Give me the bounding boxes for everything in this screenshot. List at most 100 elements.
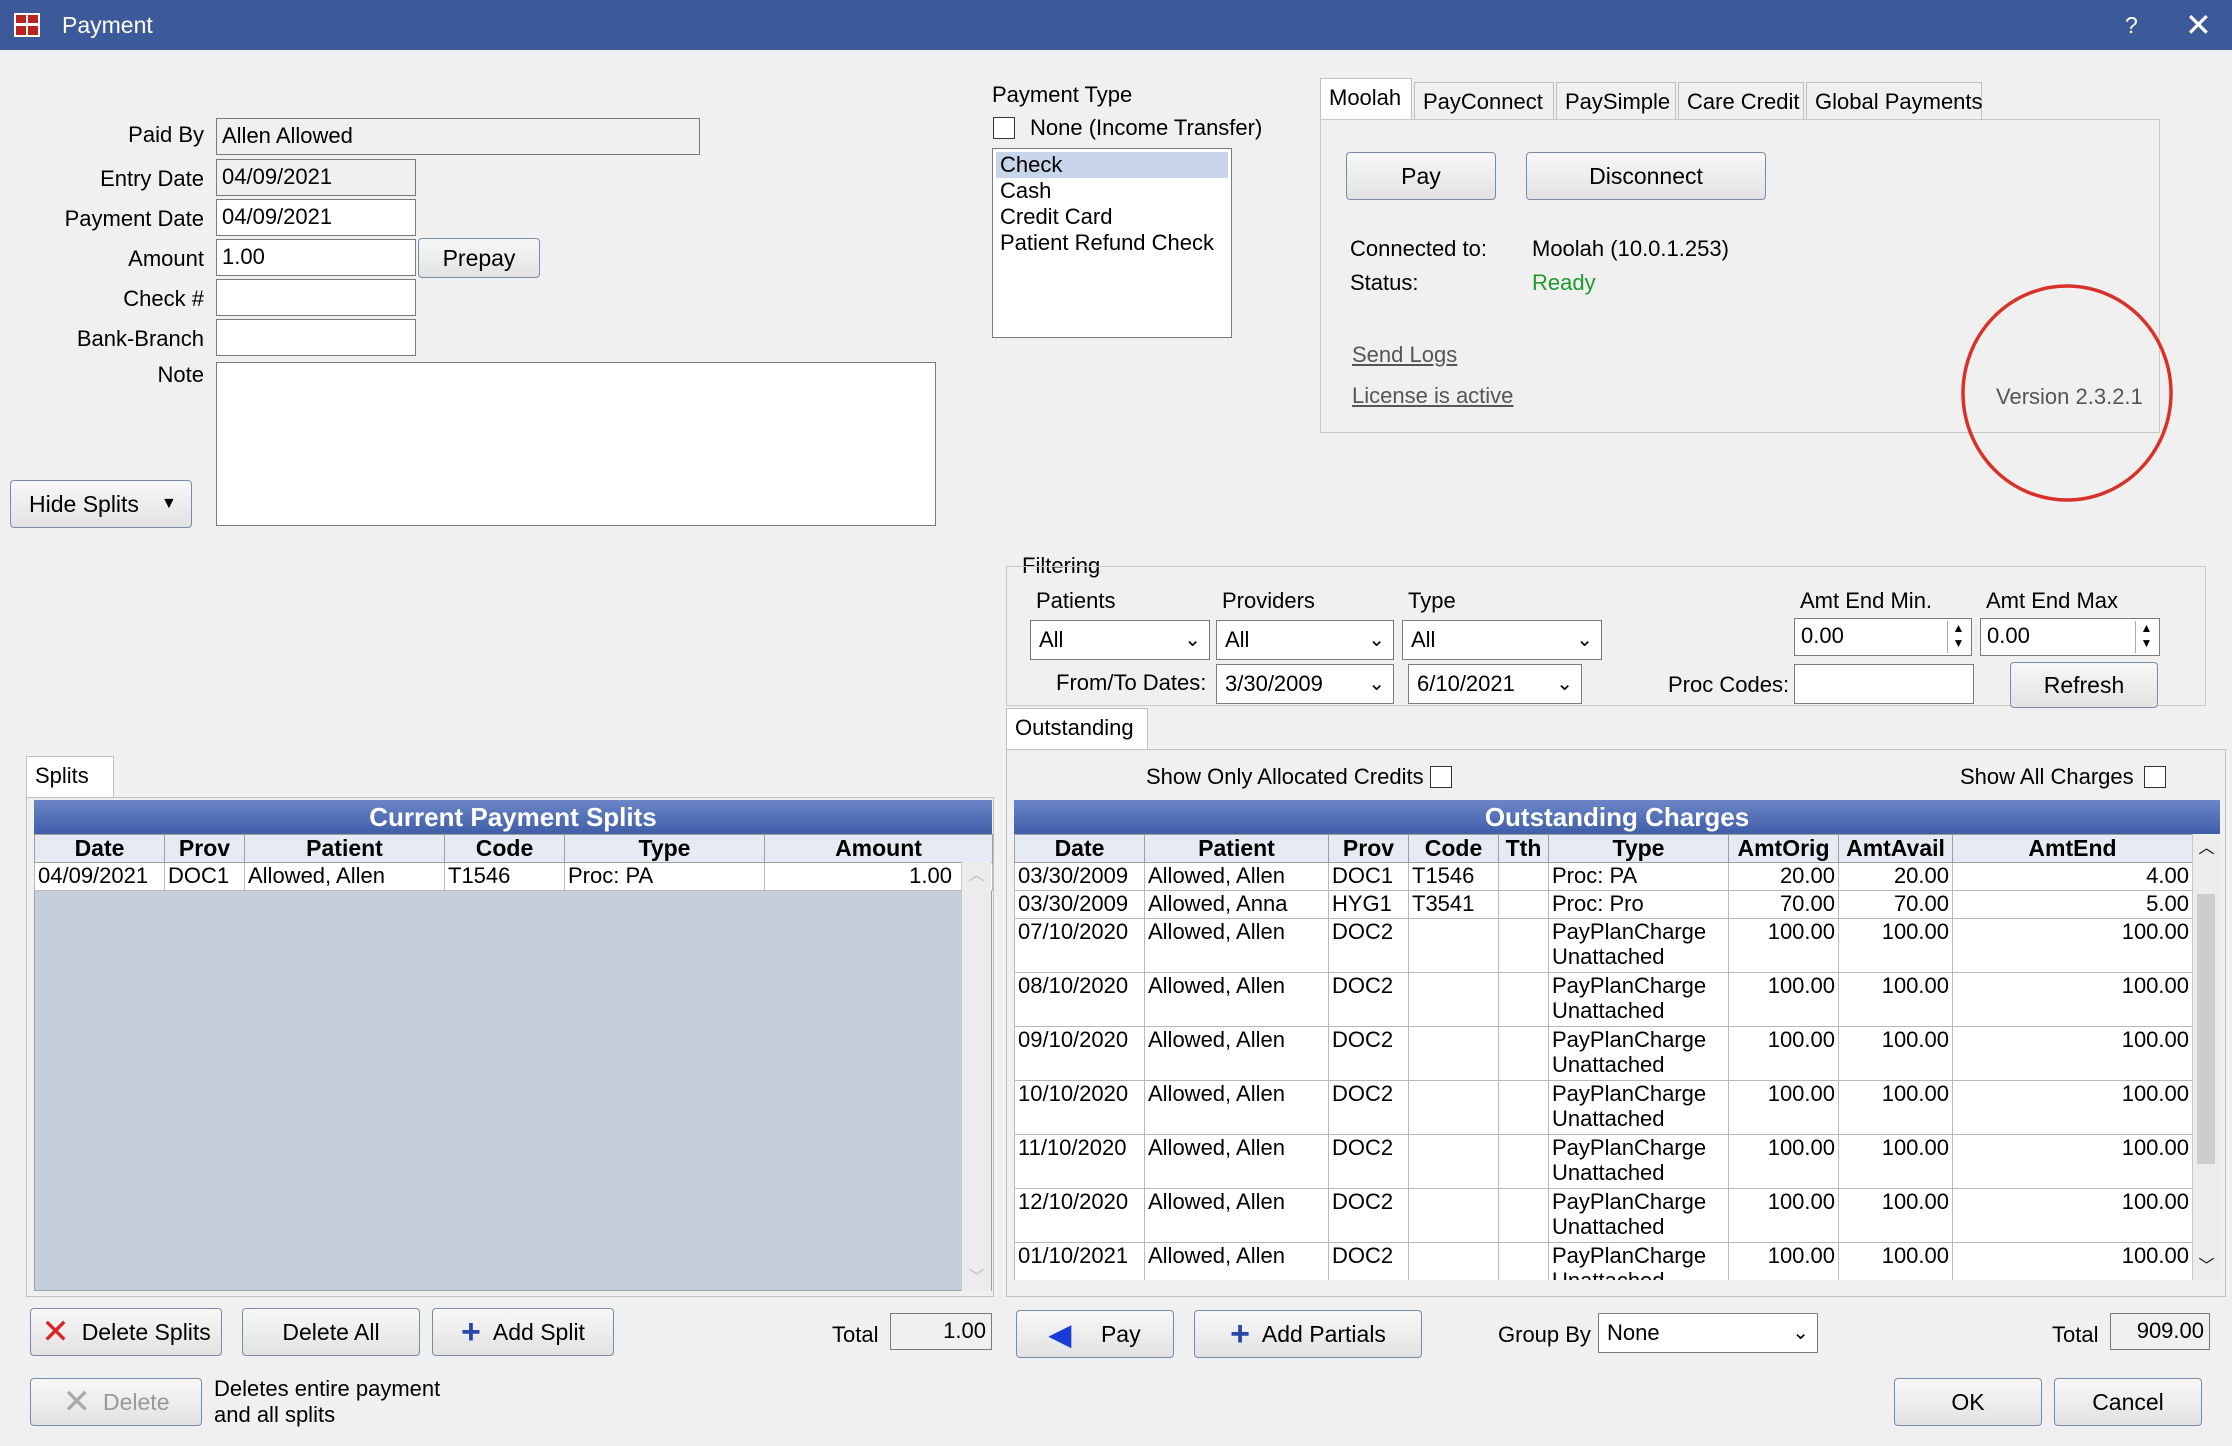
spinner-arrows-icon[interactable]: ▲ ▼	[1947, 621, 1969, 653]
table-row[interactable]: 01/10/2021 Allowed, Allen DOC2 PayPlanCharg…	[1014, 1242, 2193, 1280]
cell-tth	[1498, 862, 1549, 891]
cancel-button[interactable]: Cancel	[2054, 1378, 2202, 1426]
column-header-type[interactable]: Type	[1548, 834, 1729, 863]
column-header-prov[interactable]: Prov	[1328, 834, 1409, 863]
scroll-up-icon[interactable]: ︿	[962, 861, 991, 885]
cell-type: PayPlanChargeUnattached	[1548, 1188, 1729, 1243]
tab-care-credit[interactable]: Care Credit	[1678, 82, 1804, 120]
note-textarea[interactable]	[216, 362, 936, 526]
column-header-patient[interactable]: Patient	[244, 834, 445, 863]
table-row[interactable]: 11/10/2020 Allowed, Allen DOC2 PayPlanCharg…	[1014, 1134, 2193, 1189]
help-button[interactable]: ?	[2125, 12, 2138, 39]
note-label: Note	[157, 362, 204, 387]
type-filter-select[interactable]: All ⌄	[1402, 620, 1602, 660]
cell-code	[1408, 1134, 1499, 1189]
column-header-amt-avail[interactable]: AmtAvail	[1838, 834, 1953, 863]
table-row[interactable]: 03/30/2009 Allowed, Allen DOC1 T1546 Proc: P…	[1014, 862, 2193, 891]
amt-end-min-spinner[interactable]: 0.00 ▲ ▼	[1794, 618, 1972, 656]
tab-paysimple[interactable]: PaySimple	[1556, 82, 1676, 120]
tab-moolah[interactable]: Moolah	[1320, 78, 1412, 120]
group-by-select[interactable]: None ⌄	[1598, 1313, 1818, 1353]
splits-scrollbar[interactable]: ︿ ﹀	[961, 861, 991, 1291]
from-date-picker[interactable]: 3/30/2009 ⌄	[1216, 664, 1394, 704]
payment-date-field[interactable]: 04/09/2021	[216, 199, 416, 236]
tab-global-payments[interactable]: Global Payments	[1806, 82, 1983, 120]
delete-splits-button[interactable]: ✕ Delete Splits	[30, 1308, 222, 1356]
payment-type-option-refund[interactable]: Patient Refund Check	[993, 230, 1231, 256]
column-header-code[interactable]: Code	[1408, 834, 1499, 863]
tab-splits[interactable]: Splits	[26, 756, 114, 798]
cell-code	[1408, 972, 1499, 1027]
column-header-amt-orig[interactable]: AmtOrig	[1728, 834, 1839, 863]
check-number-field[interactable]	[216, 279, 416, 316]
column-header-amount[interactable]: Amount	[764, 834, 993, 863]
cell-patient: Allowed, Allen	[1144, 1188, 1329, 1243]
ok-button[interactable]: OK	[1894, 1378, 2042, 1426]
show-all-charges-checkbox[interactable]	[2144, 766, 2166, 788]
table-row[interactable]: 07/10/2020 Allowed, Allen DOC2 PayPlanCharg…	[1014, 918, 2193, 973]
entry-date-field[interactable]: 04/09/2021	[216, 159, 416, 196]
add-split-label: Add Split	[492, 1318, 585, 1345]
plus-icon: +	[1230, 1314, 1250, 1353]
outstanding-pay-button[interactable]: ◀ Pay	[1016, 1310, 1174, 1358]
table-row[interactable]: 08/10/2020 Allowed, Allen DOC2 PayPlanCharg…	[1014, 972, 2193, 1027]
payment-type-list[interactable]: Check Cash Credit Card Patient Refund Ch…	[992, 148, 1232, 338]
refresh-button[interactable]: Refresh	[2010, 662, 2158, 708]
column-header-date[interactable]: Date	[34, 834, 165, 863]
column-header-prov[interactable]: Prov	[164, 834, 245, 863]
outstanding-grid: Outstanding Charges Date Patient Prov Co…	[1014, 800, 2220, 1280]
tab-payconnect[interactable]: PayConnect	[1414, 82, 1554, 120]
cell-amt-end: 100.00	[1952, 918, 2193, 973]
patients-filter-select[interactable]: All ⌄	[1030, 620, 1210, 660]
tab-outstanding[interactable]: Outstanding	[1006, 708, 1148, 750]
cell-tth	[1498, 918, 1549, 973]
show-allocated-checkbox[interactable]	[1430, 766, 1452, 788]
scroll-down-icon[interactable]: ﹀	[962, 1263, 991, 1287]
add-partials-button[interactable]: + Add Partials	[1194, 1310, 1422, 1358]
to-date-picker[interactable]: 6/10/2021 ⌄	[1408, 664, 1582, 704]
amount-field[interactable]: 1.00	[216, 239, 416, 276]
hide-splits-button[interactable]: Hide Splits ▼	[10, 480, 192, 528]
cell-amt-avail: 100.00	[1838, 1080, 1953, 1135]
table-row[interactable]: 04/09/2021 DOC1 Allowed, Allen T1546 Pro…	[34, 862, 993, 891]
scroll-down-icon[interactable]: ﹀	[2193, 1252, 2220, 1276]
column-header-date[interactable]: Date	[1014, 834, 1145, 863]
payment-type-option-credit-card[interactable]: Credit Card	[993, 204, 1231, 230]
group-by-value: None	[1607, 1320, 1660, 1345]
cell-patient: Allowed, Allen	[1144, 1026, 1329, 1081]
providers-filter-select[interactable]: All ⌄	[1216, 620, 1394, 660]
table-row[interactable]: 12/10/2020 Allowed, Allen DOC2 PayPlanCharg…	[1014, 1188, 2193, 1243]
license-link[interactable]: License is active	[1352, 383, 1513, 409]
amt-end-max-value: 0.00	[1987, 623, 2030, 648]
blue-arrow-left-icon: ◀	[1049, 1318, 1071, 1350]
table-row[interactable]: 10/10/2020 Allowed, Allen DOC2 PayPlanCharg…	[1014, 1080, 2193, 1135]
payment-type-option-cash[interactable]: Cash	[993, 178, 1231, 204]
none-income-transfer-checkbox[interactable]	[993, 117, 1015, 139]
spinner-arrows-icon[interactable]: ▲ ▼	[2135, 621, 2157, 653]
column-header-patient[interactable]: Patient	[1144, 834, 1329, 863]
disconnect-button[interactable]: Disconnect	[1526, 152, 1766, 200]
moolah-pay-button[interactable]: Pay	[1346, 152, 1496, 200]
amt-end-max-spinner[interactable]: 0.00 ▲ ▼	[1980, 618, 2160, 656]
payment-type-option-check[interactable]: Check	[996, 152, 1228, 178]
send-logs-link[interactable]: Send Logs	[1352, 342, 1457, 368]
delete-all-button[interactable]: Delete All	[242, 1308, 420, 1356]
column-header-code[interactable]: Code	[444, 834, 565, 863]
proc-codes-field[interactable]	[1794, 664, 1974, 704]
scrollbar-thumb[interactable]	[2197, 894, 2215, 1164]
table-row[interactable]: 03/30/2009 Allowed, Anna HYG1 T3541 Proc: Pr…	[1014, 890, 2193, 919]
add-split-button[interactable]: + Add Split	[432, 1308, 614, 1356]
column-header-amt-end[interactable]: AmtEnd	[1952, 834, 2193, 863]
column-header-type[interactable]: Type	[564, 834, 765, 863]
outstanding-scrollbar[interactable]: ︿ ﹀	[2192, 834, 2220, 1280]
prepay-button[interactable]: Prepay	[418, 238, 540, 278]
column-header-tth[interactable]: Tth	[1498, 834, 1549, 863]
close-button[interactable]: ✕	[2185, 6, 2212, 44]
paid-by-field[interactable]: Allen Allowed	[216, 118, 700, 155]
cell-type: PayPlanChargeUnattached	[1548, 1242, 1729, 1280]
table-row[interactable]: 09/10/2020 Allowed, Allen DOC2 PayPlanCharg…	[1014, 1026, 2193, 1081]
scroll-up-icon[interactable]: ︿	[2193, 834, 2220, 858]
bank-branch-field[interactable]	[216, 319, 416, 356]
delete-payment-button[interactable]: ✕ Delete	[30, 1378, 202, 1426]
show-all-charges-label: Show All Charges	[1960, 764, 2134, 789]
